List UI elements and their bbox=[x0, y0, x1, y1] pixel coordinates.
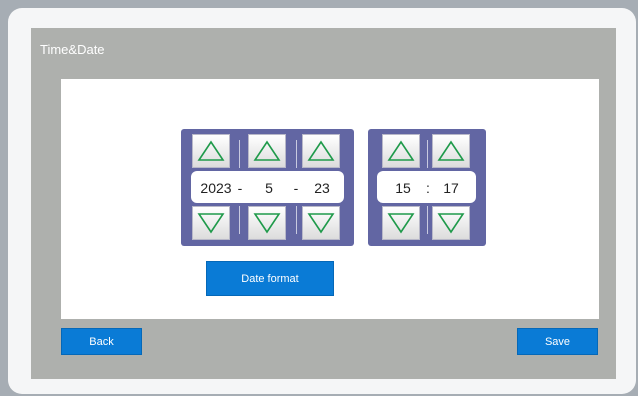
chevron-up-icon bbox=[197, 140, 225, 161]
back-button[interactable]: Back bbox=[61, 328, 142, 355]
date-format-button[interactable]: Date format bbox=[206, 261, 334, 296]
year-value[interactable]: 2023 bbox=[196, 180, 236, 196]
date-separator-1: - bbox=[237, 180, 243, 196]
time-divider-2 bbox=[427, 206, 428, 234]
date-separator-2: - bbox=[293, 180, 299, 196]
date-divider-2 bbox=[296, 140, 297, 168]
chevron-up-icon bbox=[307, 140, 335, 161]
minute-up-button[interactable] bbox=[432, 134, 470, 168]
chevron-down-icon bbox=[387, 213, 415, 234]
day-down-button[interactable] bbox=[302, 206, 340, 240]
time-separator: : bbox=[426, 180, 430, 196]
time-divider-1 bbox=[427, 140, 428, 168]
chevron-up-icon bbox=[387, 140, 415, 161]
hour-value[interactable]: 15 bbox=[391, 180, 415, 196]
hour-up-button[interactable] bbox=[382, 134, 420, 168]
date-divider-3 bbox=[239, 206, 240, 234]
chevron-up-icon bbox=[437, 140, 465, 161]
chevron-down-icon bbox=[253, 213, 281, 234]
chevron-up-icon bbox=[253, 140, 281, 161]
month-up-button[interactable] bbox=[248, 134, 286, 168]
day-up-button[interactable] bbox=[302, 134, 340, 168]
month-value[interactable]: 5 bbox=[259, 180, 279, 196]
hour-down-button[interactable] bbox=[382, 206, 420, 240]
day-value[interactable]: 23 bbox=[310, 180, 334, 196]
year-up-button[interactable] bbox=[192, 134, 230, 168]
save-button[interactable]: Save bbox=[517, 328, 598, 355]
month-down-button[interactable] bbox=[248, 206, 286, 240]
chevron-down-icon bbox=[307, 213, 335, 234]
year-down-button[interactable] bbox=[192, 206, 230, 240]
page-title: Time&Date bbox=[40, 42, 105, 57]
chevron-down-icon bbox=[437, 213, 465, 234]
minute-value[interactable]: 17 bbox=[439, 180, 463, 196]
minute-down-button[interactable] bbox=[432, 206, 470, 240]
date-divider-4 bbox=[296, 206, 297, 234]
date-divider-1 bbox=[239, 140, 240, 168]
chevron-down-icon bbox=[197, 213, 225, 234]
